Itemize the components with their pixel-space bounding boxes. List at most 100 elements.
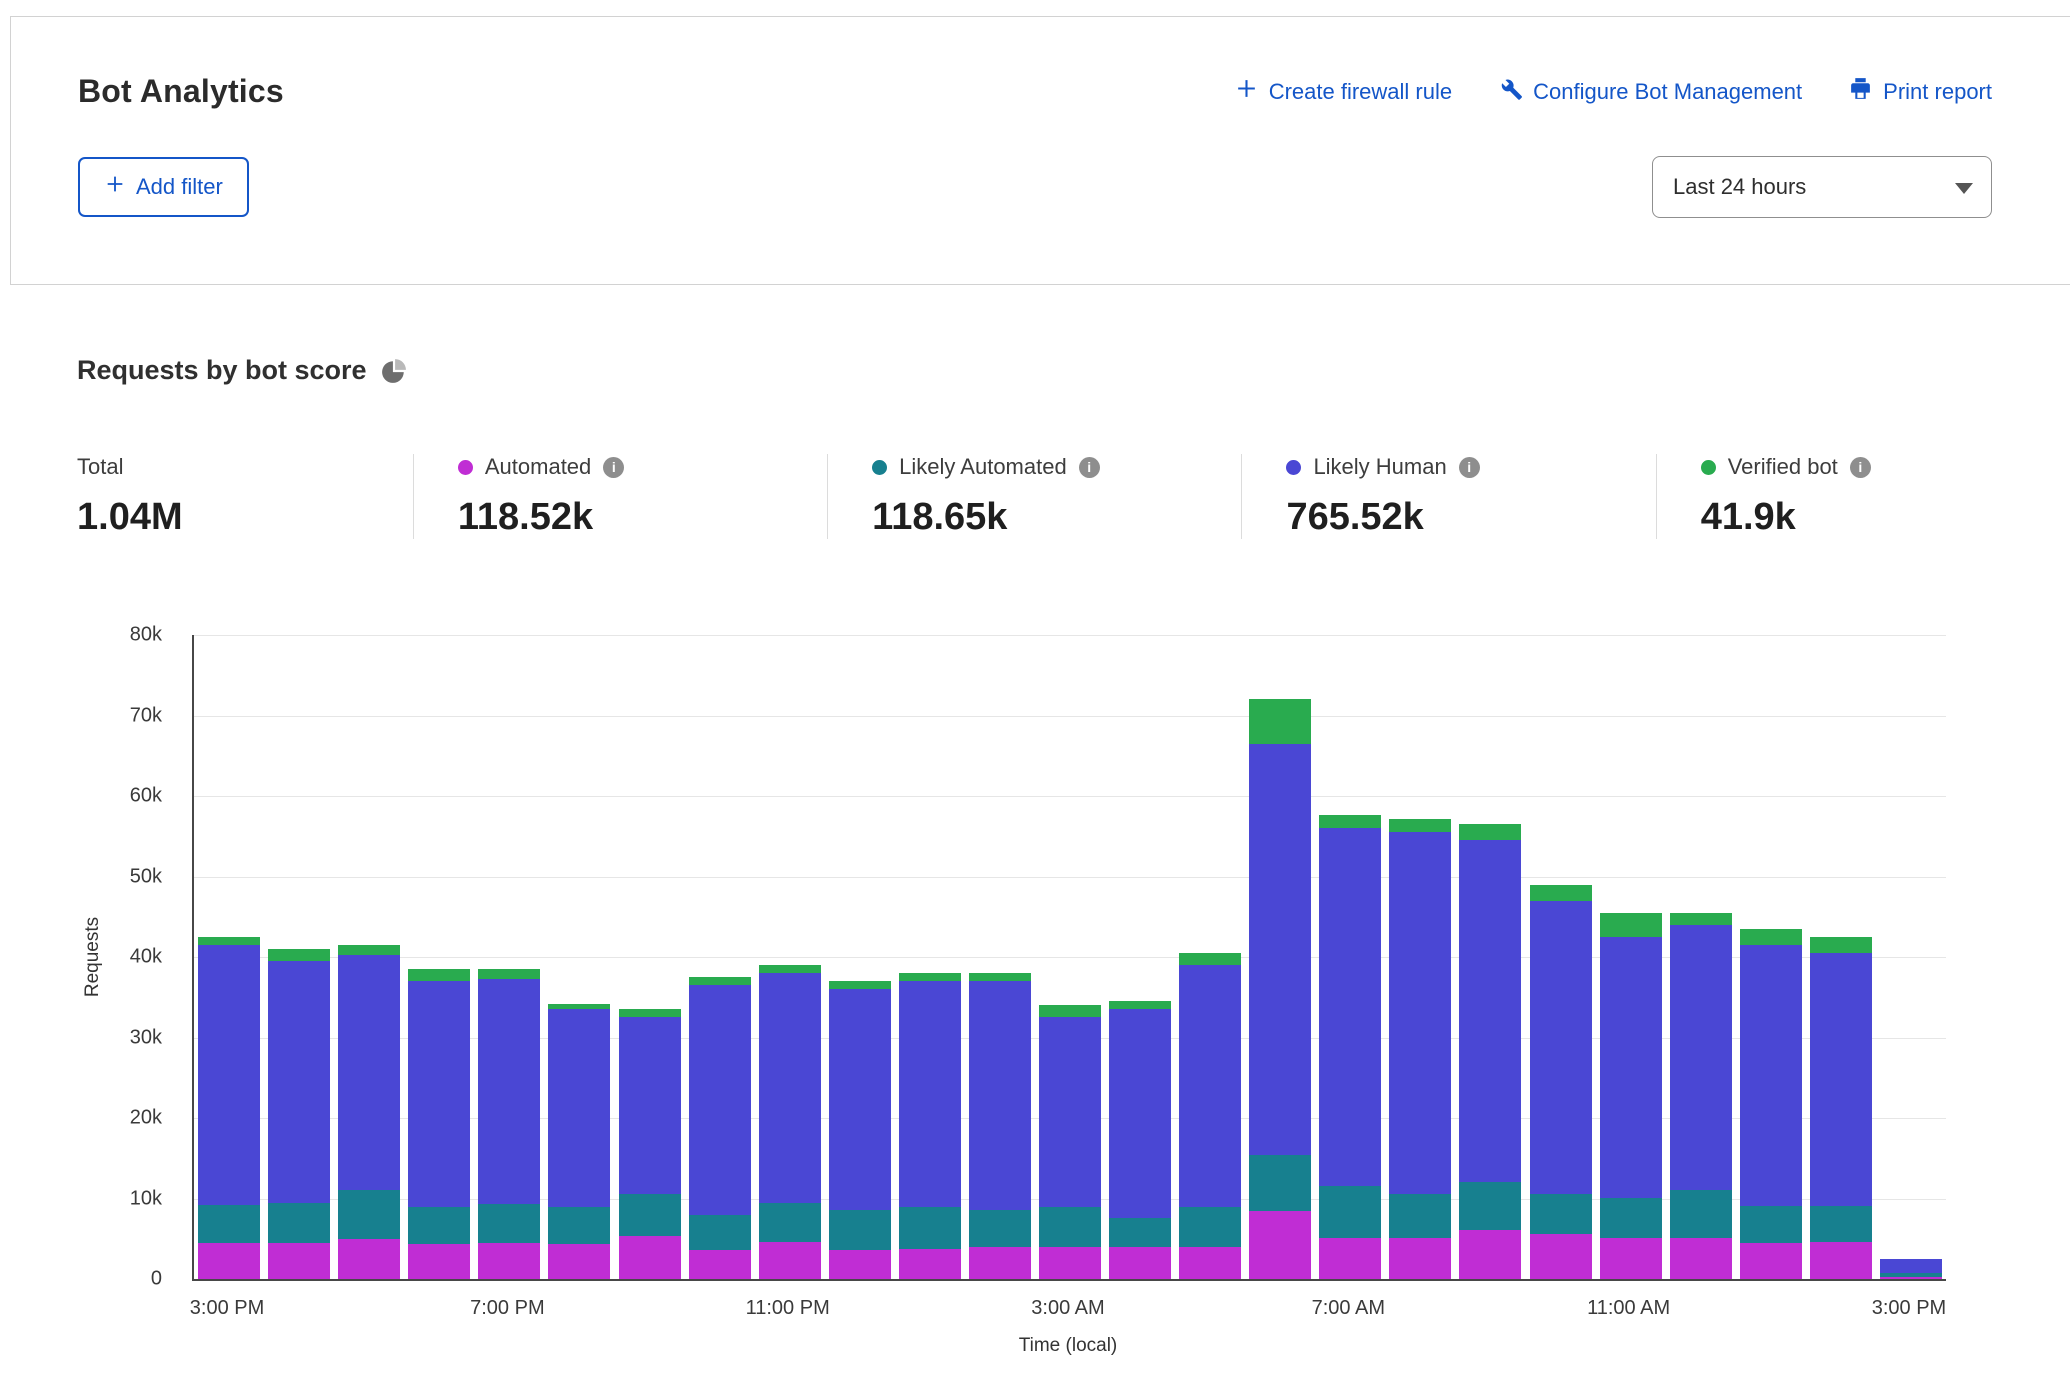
gridline <box>194 877 1946 878</box>
stat-value: 41.9k <box>1701 496 2070 539</box>
gridline <box>194 796 1946 797</box>
stat-likely-automated: Likely Automated 118.65k <box>827 454 1241 539</box>
info-icon[interactable] <box>1850 457 1871 478</box>
x-tick-label: 11:00 PM <box>746 1297 830 1320</box>
bar <box>408 969 470 1279</box>
bar-segment <box>1389 832 1451 1194</box>
bar-segment <box>338 945 400 955</box>
bar-segment <box>1530 1234 1592 1279</box>
info-icon[interactable] <box>1459 457 1480 478</box>
stat-likely-human: Likely Human 765.52k <box>1241 454 1655 539</box>
bar-segment <box>1179 953 1241 965</box>
bar-segment <box>1740 1206 1802 1243</box>
plus-icon <box>1234 76 1259 107</box>
configure-bot-management-link[interactable]: Configure Bot Management <box>1498 76 1802 107</box>
bar-segment <box>1670 913 1732 925</box>
bar-segment <box>1039 1247 1101 1279</box>
action-label: Print report <box>1883 79 1992 105</box>
bar-segment <box>1389 819 1451 833</box>
bar <box>689 977 751 1279</box>
y-tick-label: 30k <box>22 1026 162 1049</box>
pie-chart-icon <box>381 358 407 384</box>
info-icon[interactable] <box>603 457 624 478</box>
bar <box>1880 1259 1942 1279</box>
bar-segment <box>1109 1009 1171 1218</box>
bar-segment <box>1600 913 1662 937</box>
bar-segment <box>1389 1238 1451 1279</box>
time-range-value: Last 24 hours <box>1673 174 1806 199</box>
bar <box>899 973 961 1279</box>
bar-segment <box>338 955 400 1190</box>
bar-segment <box>338 1239 400 1279</box>
bar-segment <box>198 937 260 945</box>
x-axis-title: Time (local) <box>1019 1335 1118 1357</box>
legend-dot-likely-automated <box>872 460 887 475</box>
y-tick-label: 20k <box>22 1107 162 1130</box>
wrench-icon <box>1498 76 1523 107</box>
x-tick-label: 3:00 AM <box>1031 1297 1104 1320</box>
create-firewall-rule-link[interactable]: Create firewall rule <box>1234 76 1452 107</box>
bar <box>1530 885 1592 1279</box>
time-range-select[interactable]: Last 24 hours <box>1652 156 1992 218</box>
bar <box>1249 699 1311 1279</box>
y-tick-label: 50k <box>22 865 162 888</box>
bar-segment <box>829 981 891 989</box>
add-filter-button[interactable]: Add filter <box>78 157 249 217</box>
bar-segment <box>478 1204 540 1243</box>
y-tick-label: 70k <box>22 704 162 727</box>
bar-segment <box>969 981 1031 1210</box>
bar-segment <box>759 1203 821 1242</box>
bar <box>1109 1001 1171 1279</box>
stat-label: Likely Automated <box>899 454 1067 480</box>
bar-segment <box>1459 824 1521 840</box>
bar-segment <box>1039 1005 1101 1017</box>
bar-segment <box>1179 965 1241 1207</box>
bar-segment <box>1319 1186 1381 1238</box>
bar-segment <box>1600 1238 1662 1279</box>
stat-value: 1.04M <box>77 496 413 539</box>
bar-segment <box>1249 1211 1311 1279</box>
gridline <box>194 716 1946 717</box>
bar <box>1670 913 1732 1279</box>
bar-segment <box>619 1236 681 1279</box>
info-icon[interactable] <box>1079 457 1100 478</box>
bar-segment <box>1810 1242 1872 1279</box>
x-tick-label: 7:00 AM <box>1312 1297 1385 1320</box>
chart-section: Requests by bot score Total 1.04M Automa… <box>0 285 2070 1394</box>
bar-segment <box>1530 885 1592 901</box>
bar-segment <box>478 979 540 1204</box>
bar-segment <box>1109 1001 1171 1008</box>
stat-value: 118.65k <box>872 496 1241 539</box>
bar-segment <box>689 1215 751 1250</box>
bar-segment <box>899 1207 961 1250</box>
bar-segment <box>829 989 891 1210</box>
bar-segment <box>899 1249 961 1279</box>
bar-segment <box>969 1210 1031 1247</box>
bar-segment <box>619 1009 681 1017</box>
bar-segment <box>1389 1194 1451 1237</box>
bar <box>1810 937 1872 1279</box>
section-title: Requests by bot score <box>77 355 367 386</box>
bar-segment <box>268 949 330 961</box>
bar-segment <box>548 1207 610 1244</box>
gridline <box>194 635 1946 636</box>
action-label: Create firewall rule <box>1269 79 1452 105</box>
bar-segment <box>1740 945 1802 1206</box>
bar <box>1740 929 1802 1279</box>
bar-segment <box>1179 1207 1241 1247</box>
print-report-link[interactable]: Print report <box>1848 76 1992 107</box>
y-tick-label: 10k <box>22 1187 162 1210</box>
x-tick-label: 3:00 PM <box>1872 1297 1946 1320</box>
bar-segment <box>1600 937 1662 1198</box>
plot-area <box>192 635 1946 1281</box>
bar-segment <box>478 1243 540 1279</box>
bar <box>1179 953 1241 1279</box>
bar-segment <box>338 1190 400 1238</box>
action-label: Configure Bot Management <box>1533 79 1802 105</box>
bar <box>1389 819 1451 1279</box>
bar <box>198 937 260 1279</box>
bar-segment <box>408 1207 470 1245</box>
x-tick-label: 11:00 AM <box>1587 1297 1670 1320</box>
stat-label: Total <box>77 454 123 480</box>
x-tick-label: 3:00 PM <box>190 1297 264 1320</box>
